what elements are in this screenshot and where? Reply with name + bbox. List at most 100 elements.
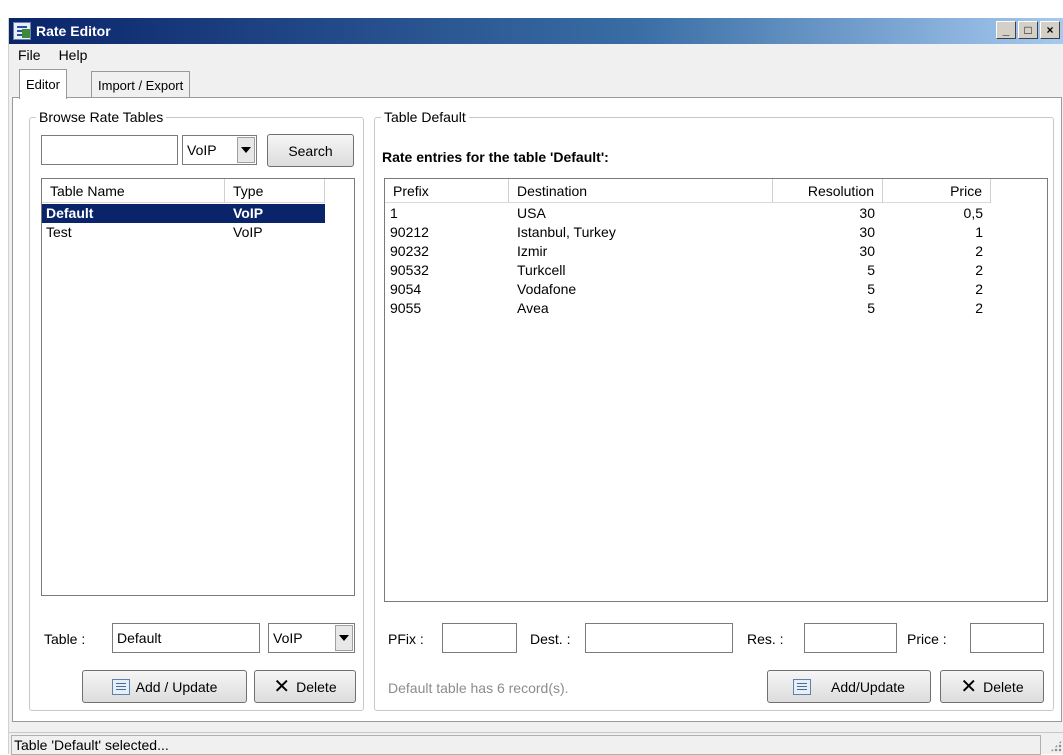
delete-table-label: Delete xyxy=(296,678,337,695)
minimize-button[interactable]: _ xyxy=(996,21,1016,39)
window-title: Rate Editor xyxy=(36,23,111,39)
resolution-cell: 5 xyxy=(867,281,875,297)
delete-entry-label: Delete xyxy=(983,678,1024,695)
document-icon xyxy=(111,678,130,695)
prefix-cell: 90212 xyxy=(390,224,429,240)
rate-tables-list-header: Table Name Type xyxy=(42,179,325,203)
table-name-input[interactable]: Default xyxy=(112,623,260,653)
column-header-type[interactable]: Type xyxy=(225,179,325,203)
resolution-cell: 5 xyxy=(867,300,875,316)
dest-label: Dest. : xyxy=(530,631,571,647)
table-row[interactable]: 90232 Izmir 30 2 xyxy=(385,242,991,261)
price-cell: 1 xyxy=(975,224,983,240)
column-header-destination[interactable]: Destination xyxy=(509,179,773,203)
price-cell: 2 xyxy=(975,300,983,316)
table-default-group-title: Table Default xyxy=(381,108,469,126)
column-header-resolution[interactable]: Resolution xyxy=(773,179,883,203)
rate-entries-list[interactable]: Prefix Destination Resolution Price 1 US… xyxy=(384,178,1048,602)
delete-table-button[interactable]: ✕ Delete xyxy=(254,670,356,703)
prefix-cell: 9055 xyxy=(390,300,422,316)
menu-help[interactable]: Help xyxy=(50,47,97,63)
prefix-cell: 9054 xyxy=(390,281,422,297)
resolution-cell: 5 xyxy=(867,262,875,278)
prefix-cell: 90232 xyxy=(390,243,429,259)
price-cell: 2 xyxy=(975,281,983,297)
table-row[interactable]: 90212 Istanbul, Turkey 30 1 xyxy=(385,223,991,242)
app-icon xyxy=(13,22,31,40)
table-row[interactable]: Test VoIP xyxy=(42,223,325,242)
maximize-button[interactable]: □ xyxy=(1018,21,1038,39)
chevron-down-icon[interactable] xyxy=(237,137,255,163)
delete-x-icon: ✕ xyxy=(273,675,291,698)
table-row[interactable]: 9054 Vodafone 5 2 xyxy=(385,280,991,299)
resolution-cell: 30 xyxy=(859,243,875,259)
column-header-prefix[interactable]: Prefix xyxy=(385,179,509,203)
status-text: Table 'Default' selected... xyxy=(11,735,1041,755)
record-count-info: Default table has 6 record(s). xyxy=(388,680,569,696)
browse-rate-tables-group: Browse Rate Tables VoIP Search Table Nam… xyxy=(29,108,364,711)
editor-tab-panel: Browse Rate Tables VoIP Search Table Nam… xyxy=(12,97,1062,722)
search-button[interactable]: Search xyxy=(267,134,354,167)
document-icon xyxy=(793,678,812,695)
close-button[interactable]: × xyxy=(1040,21,1060,39)
table-type-value: VoIP xyxy=(273,630,303,646)
rate-editor-window: Rate Editor _ □ × File Help Editor Impor… xyxy=(8,18,1063,755)
table-type-select[interactable]: VoIP xyxy=(268,623,355,653)
res-label: Res. : xyxy=(747,631,784,647)
prefix-cell: 90532 xyxy=(390,262,429,278)
price-input[interactable] xyxy=(970,623,1044,653)
resolution-cell: 30 xyxy=(859,205,875,221)
destination-cell: Turkcell xyxy=(517,262,566,278)
menu-bar: File Help xyxy=(9,44,96,66)
destination-cell: Istanbul, Turkey xyxy=(517,224,616,240)
resize-grip-icon[interactable] xyxy=(1050,740,1062,752)
price-cell: 2 xyxy=(975,262,983,278)
column-header-price[interactable]: Price xyxy=(883,179,991,203)
add-update-entry-label: Add/Update xyxy=(831,678,905,695)
table-row[interactable]: 9055 Avea 5 2 xyxy=(385,299,991,318)
delete-x-icon: ✕ xyxy=(960,675,978,698)
search-button-label: Search xyxy=(288,142,333,159)
table-name-cell: Test xyxy=(46,224,72,240)
delete-entry-button[interactable]: ✕ Delete xyxy=(940,670,1044,703)
chevron-down-icon[interactable] xyxy=(335,625,353,651)
menu-file[interactable]: File xyxy=(9,47,50,63)
table-row[interactable]: Default VoIP xyxy=(42,204,325,223)
dest-input[interactable] xyxy=(585,623,733,653)
add-update-table-label: Add / Update xyxy=(135,678,218,695)
add-update-table-button[interactable]: Add / Update xyxy=(82,670,247,703)
prefix-cell: 1 xyxy=(390,205,398,221)
title-bar[interactable]: Rate Editor _ □ × xyxy=(9,18,1063,44)
destination-cell: USA xyxy=(517,205,546,221)
resolution-cell: 30 xyxy=(859,224,875,240)
window-controls: _ □ × xyxy=(996,21,1060,39)
rate-entries-heading: Rate entries for the table 'Default': xyxy=(382,149,609,165)
browse-group-title: Browse Rate Tables xyxy=(36,108,167,126)
price-label: Price : xyxy=(907,631,947,647)
status-bar: Table 'Default' selected... xyxy=(9,732,1063,755)
table-row[interactable]: 90532 Turkcell 5 2 xyxy=(385,261,991,280)
table-row[interactable]: 1 USA 30 0,5 xyxy=(385,204,991,223)
table-default-group: Table Default Rate entries for the table… xyxy=(374,108,1054,711)
price-cell: 2 xyxy=(975,243,983,259)
pfix-input[interactable] xyxy=(442,623,517,653)
table-type-cell: VoIP xyxy=(225,204,325,223)
type-filter-select[interactable]: VoIP xyxy=(182,135,257,165)
res-input[interactable] xyxy=(804,623,897,653)
tab-import-export[interactable]: Import / Export xyxy=(91,71,191,99)
rate-tables-list[interactable]: Table Name Type Default VoIP Test VoIP xyxy=(41,178,355,596)
table-name-cell: Default xyxy=(42,204,225,223)
pfix-label: PFix : xyxy=(388,631,424,647)
tab-editor[interactable]: Editor xyxy=(19,69,67,99)
price-cell: 0,5 xyxy=(963,205,983,221)
column-header-table-name[interactable]: Table Name xyxy=(42,179,225,203)
add-update-entry-button[interactable]: Add/Update xyxy=(767,670,931,703)
type-filter-value: VoIP xyxy=(187,142,217,158)
destination-cell: Avea xyxy=(517,300,549,316)
search-input[interactable] xyxy=(41,135,178,165)
table-label: Table : xyxy=(44,631,86,647)
rate-entries-list-header: Prefix Destination Resolution Price xyxy=(385,179,991,203)
table-type-cell: VoIP xyxy=(233,224,263,240)
destination-cell: Izmir xyxy=(517,243,548,259)
destination-cell: Vodafone xyxy=(517,281,577,297)
